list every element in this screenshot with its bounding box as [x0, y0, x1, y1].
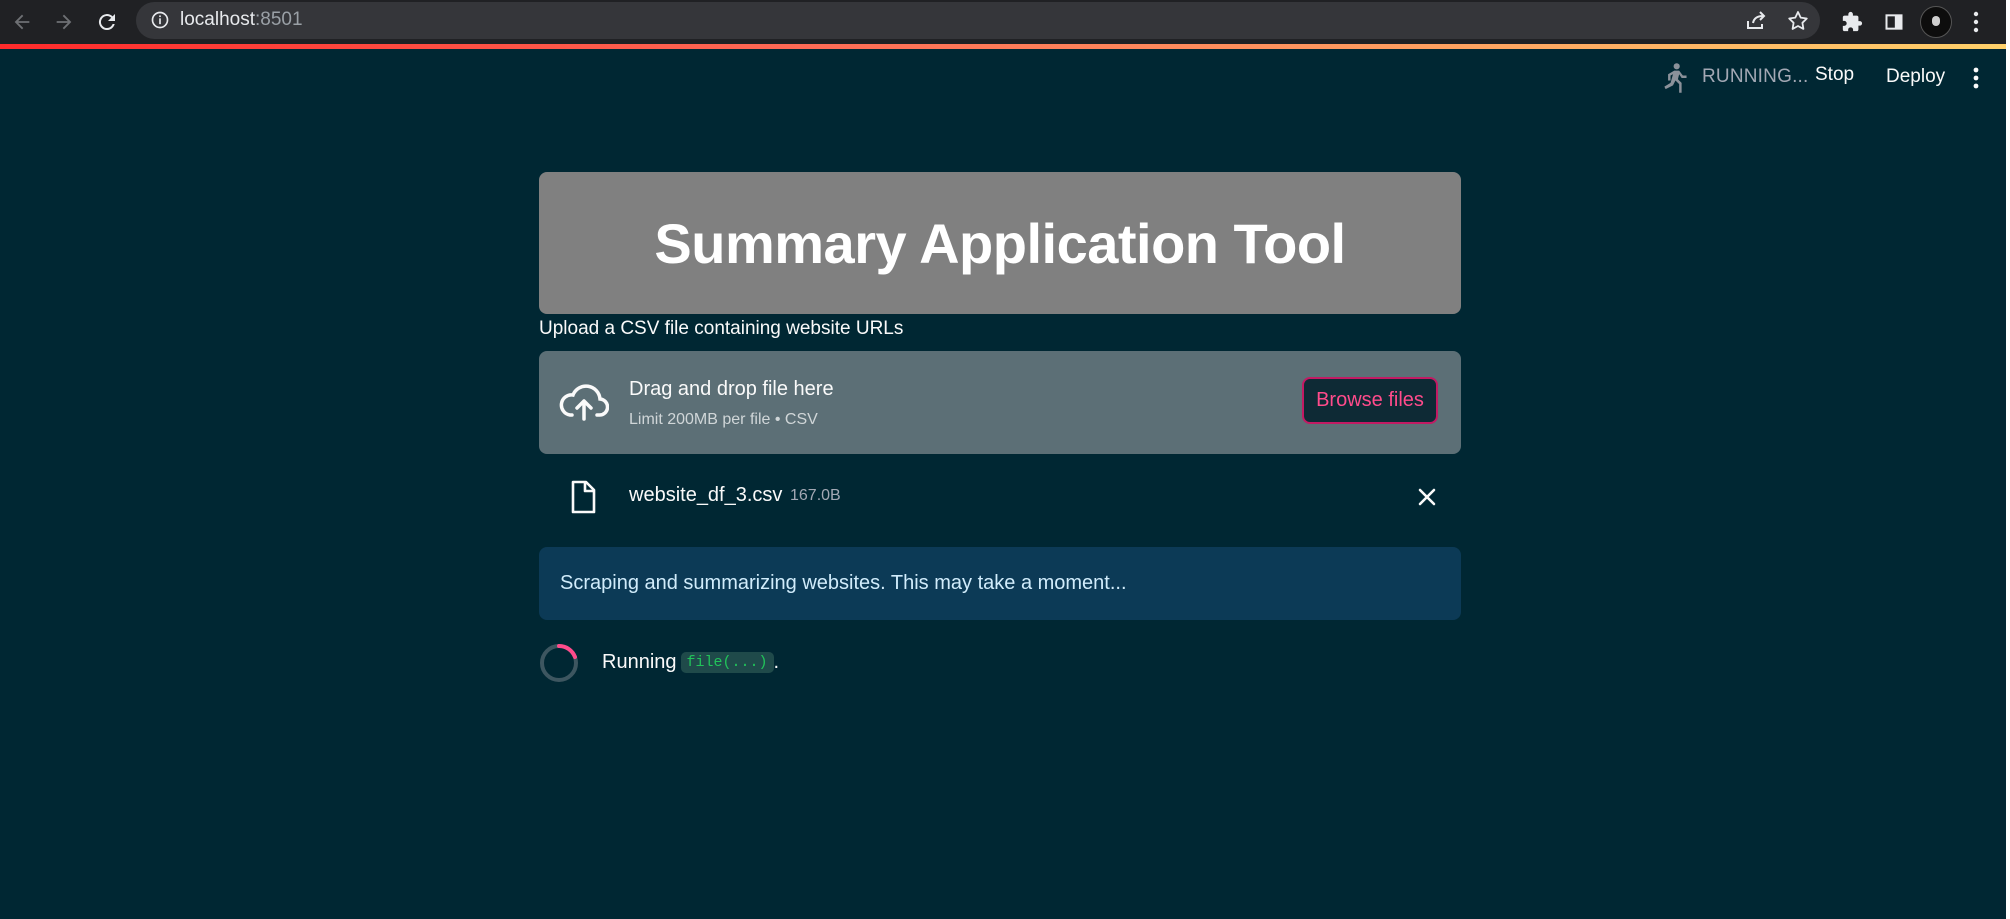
back-icon	[14, 14, 30, 30]
browse-files-button[interactable]: Browse files	[1302, 377, 1438, 424]
uploader-label: Upload a CSV file containing website URL…	[539, 318, 904, 339]
forward-button[interactable]	[46, 4, 82, 40]
spinner-prefix: Running	[602, 651, 677, 673]
info-alert-text: Scraping and summarizing websites. This …	[560, 572, 1127, 594]
app-screen: localhost:8501 RUNNING... Stop Deploy Su…	[0, 0, 2006, 919]
address-bar[interactable]: localhost:8501	[136, 2, 1820, 39]
loading-progress-bar	[0, 44, 2006, 49]
spinner-status: Running file(...) .	[602, 651, 779, 674]
cloud-upload-icon	[559, 384, 609, 421]
spinner-icon	[540, 643, 578, 682]
uploaded-file-row: website_df_3.csv 167.0B	[539, 470, 1461, 520]
share-icon[interactable]	[1744, 9, 1768, 33]
reload-button[interactable]	[89, 4, 125, 40]
close-icon[interactable]	[1416, 486, 1438, 508]
side-panel-button[interactable]	[1880, 8, 1908, 36]
puzzle-icon	[1842, 11, 1863, 32]
back-button[interactable]	[4, 4, 40, 40]
forward-icon	[56, 14, 72, 30]
running-man-icon	[1664, 63, 1687, 93]
page-title: Summary Application Tool	[654, 211, 1346, 275]
uploaded-file-name: website_df_3.csv	[629, 484, 783, 506]
file-dropzone[interactable]: Drag and drop file here Limit 200MB per …	[539, 351, 1461, 454]
stop-button[interactable]: Stop	[1815, 64, 1854, 86]
spinner-suffix: .	[773, 651, 780, 673]
deploy-button[interactable]: Deploy	[1886, 66, 1945, 88]
sidepanel-icon	[1885, 14, 1903, 30]
info-alert: Scraping and summarizing websites. This …	[539, 547, 1461, 620]
app-menu-icon[interactable]	[1966, 66, 1986, 90]
star-icon[interactable]	[1786, 9, 1810, 33]
kebab-menu-icon	[1973, 11, 1979, 33]
extensions-button[interactable]	[1838, 8, 1866, 36]
dropzone-title: Drag and drop file here	[629, 378, 834, 400]
reload-icon	[98, 14, 115, 31]
title-banner: Summary Application Tool	[539, 172, 1461, 314]
profile-avatar[interactable]	[1920, 6, 1952, 38]
running-status: RUNNING...	[1702, 66, 1809, 87]
browser-menu-button[interactable]	[1962, 8, 1990, 36]
uploaded-file-size: 167.0B	[790, 487, 841, 504]
window-edge	[2006, 0, 2010, 919]
url-text: localhost:8501	[180, 9, 303, 30]
browser-toolbar: localhost:8501	[0, 0, 2006, 44]
info-icon[interactable]	[150, 10, 170, 30]
spinner-code: file(...)	[680, 652, 774, 673]
dropzone-limit-text: Limit 200MB per file • CSV	[629, 411, 818, 428]
file-icon	[571, 480, 596, 514]
